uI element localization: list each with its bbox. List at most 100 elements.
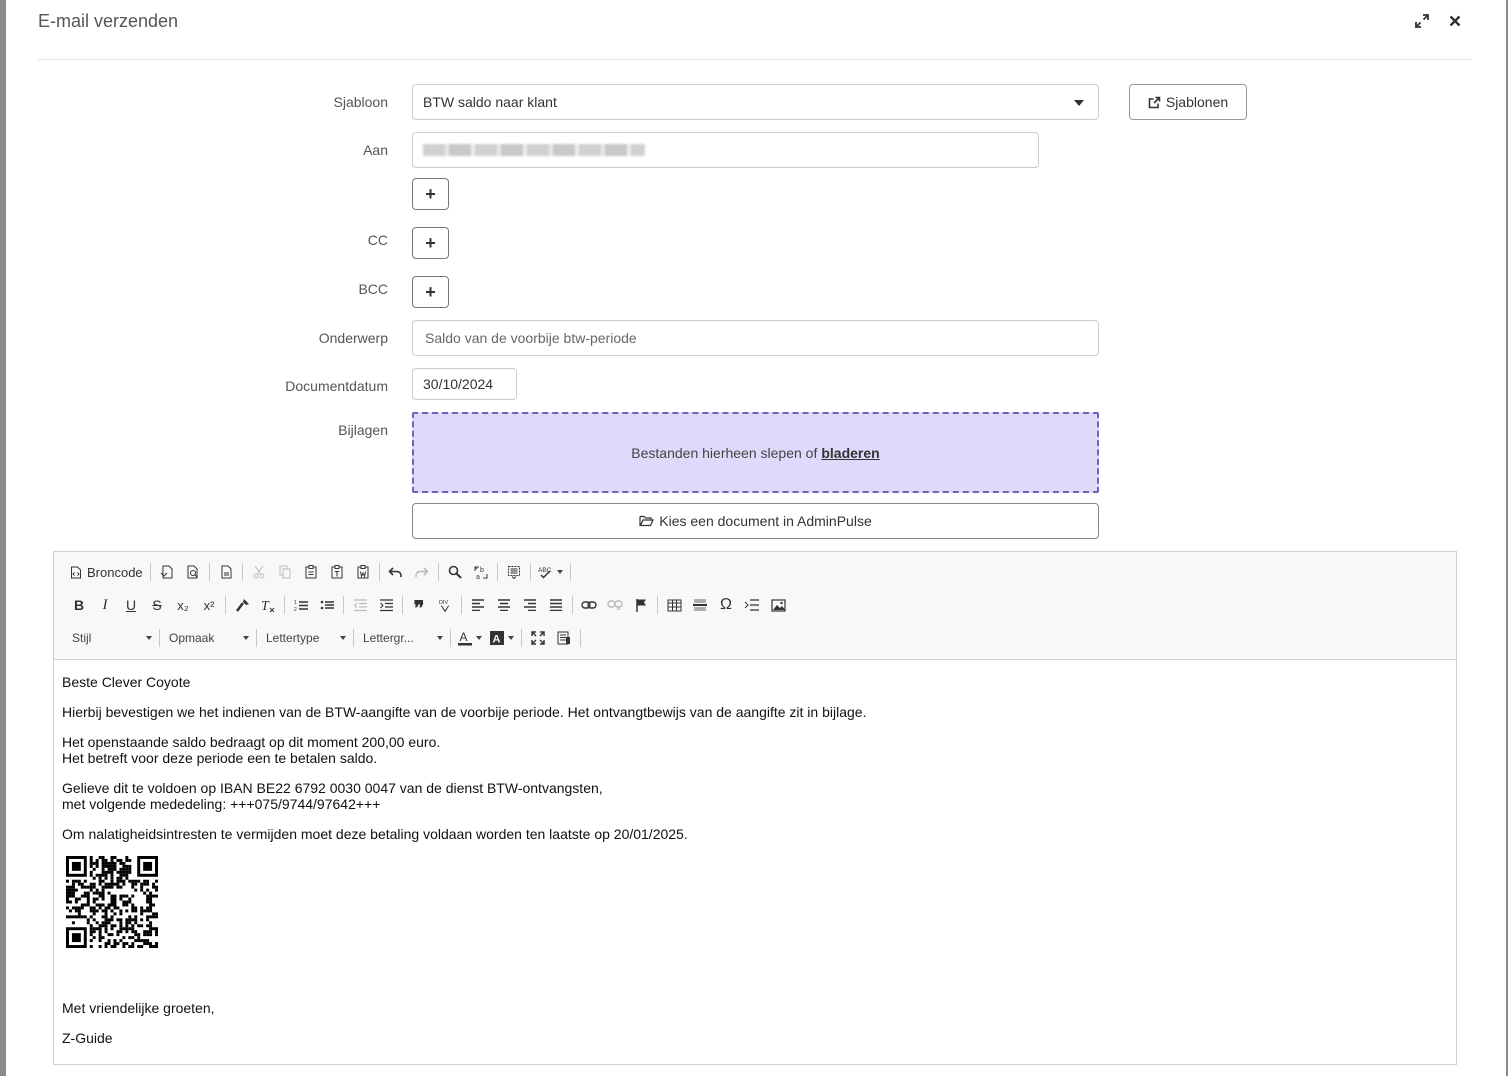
font-size-combo[interactable]: Lettergr... xyxy=(357,626,447,650)
outdent-icon[interactable] xyxy=(347,592,373,618)
unlink-icon[interactable] xyxy=(602,592,628,618)
source-label: Broncode xyxy=(87,564,143,580)
chevron-down-icon xyxy=(437,636,443,640)
expand-icon[interactable] xyxy=(1411,10,1433,32)
date-input[interactable]: 30/10/2024 xyxy=(412,368,517,400)
close-icon[interactable] xyxy=(1444,10,1466,32)
rich-text-editor: Broncode ba ABC B I U S x₂ x² T 1 2 ❞ DI… xyxy=(53,551,1457,1065)
new-page-icon[interactable] xyxy=(213,559,239,585)
save-template-icon[interactable] xyxy=(154,559,180,585)
bold-icon[interactable]: B xyxy=(66,592,92,618)
style-combo[interactable]: Stijl xyxy=(66,626,156,650)
choose-document-button[interactable]: Kies een document in AdminPulse xyxy=(412,503,1099,539)
source-icon xyxy=(71,566,81,578)
add-bcc-button[interactable]: + xyxy=(412,276,449,308)
add-cc-button[interactable]: + xyxy=(412,227,449,259)
format-combo[interactable]: Opmaak xyxy=(163,626,253,650)
dialog-header: E-mail verzenden xyxy=(38,0,1472,60)
anchor-flag-icon[interactable] xyxy=(628,592,654,618)
greeting-text: Beste Clever Coyote xyxy=(62,674,191,690)
plus-icon: + xyxy=(425,232,436,253)
svg-text:a: a xyxy=(476,574,480,580)
replace-icon[interactable]: ba xyxy=(468,559,494,585)
font-combo-label: Lettertype xyxy=(266,631,320,645)
maximize-icon[interactable] xyxy=(525,625,551,651)
font-combo[interactable]: Lettertype xyxy=(260,626,350,650)
svg-text:T: T xyxy=(261,599,270,613)
redo-icon[interactable] xyxy=(409,559,435,585)
template-select[interactable]: BTW saldo naar klant xyxy=(412,84,1099,120)
plus-icon: + xyxy=(425,281,436,302)
preview-icon[interactable] xyxy=(180,559,206,585)
dropzone-text: Bestanden hierheen slepen of xyxy=(631,444,818,461)
strikethrough-icon[interactable]: S xyxy=(144,592,170,618)
chevron-down-icon xyxy=(556,570,563,574)
toolbar-row-2: B I U S x₂ x² T 12 ❞ DIV Ω xyxy=(66,591,791,620)
italic-icon[interactable]: I xyxy=(92,592,118,618)
font-size-combo-label: Lettergr... xyxy=(363,631,414,645)
remove-format-icon[interactable]: T xyxy=(255,592,281,618)
text-color-icon[interactable]: A xyxy=(454,625,486,651)
svg-text:b: b xyxy=(480,567,484,574)
image-icon[interactable] xyxy=(765,592,791,618)
paste-icon[interactable] xyxy=(298,559,324,585)
link-icon[interactable] xyxy=(576,592,602,618)
source-button[interactable]: Broncode xyxy=(66,559,147,585)
select-all-icon[interactable] xyxy=(501,559,527,585)
special-char-icon[interactable]: Ω xyxy=(713,592,739,618)
background-color-icon[interactable]: A xyxy=(486,625,518,651)
chevron-down-icon xyxy=(476,636,482,640)
attachments-dropzone[interactable]: Bestanden hierheen slepen of bladeren xyxy=(412,412,1099,493)
underline-icon[interactable]: U xyxy=(118,592,144,618)
align-left-icon[interactable] xyxy=(465,592,491,618)
subject-input[interactable] xyxy=(412,320,1099,356)
paragraph-3b: met volgende mededeling: +++075/9744/976… xyxy=(62,796,381,812)
chevron-down-icon xyxy=(1074,100,1084,106)
copy-format-icon[interactable] xyxy=(229,592,255,618)
templates-button[interactable]: Sjablonen xyxy=(1129,84,1247,120)
horizontal-line-icon[interactable] xyxy=(687,592,713,618)
align-justify-icon[interactable] xyxy=(543,592,569,618)
subscript-icon[interactable]: x₂ xyxy=(170,592,196,618)
to-input[interactable] xyxy=(412,132,1039,168)
align-center-icon[interactable] xyxy=(491,592,517,618)
chevron-down-icon xyxy=(508,636,514,640)
svg-text:2: 2 xyxy=(294,607,297,612)
show-blocks-icon[interactable] xyxy=(551,625,577,651)
folder-open-icon xyxy=(639,515,655,527)
div-container-icon[interactable]: DIV xyxy=(432,592,458,618)
svg-text:ABC: ABC xyxy=(538,567,552,574)
template-value: BTW saldo naar klant xyxy=(423,94,557,110)
spellcheck-icon[interactable]: ABC xyxy=(534,559,567,585)
add-recipient-button[interactable]: + xyxy=(412,178,449,210)
align-right-icon[interactable] xyxy=(517,592,543,618)
dialog-title: E-mail verzenden xyxy=(38,11,179,31)
editor-toolbar: Broncode ba ABC B I U S x₂ x² T 1 2 ❞ DI… xyxy=(54,552,1456,660)
date-label: Documentdatum xyxy=(285,378,388,394)
blockquote-icon[interactable]: ❞ xyxy=(406,592,432,620)
copy-icon[interactable] xyxy=(272,559,298,585)
svg-text:A: A xyxy=(493,634,501,646)
indent-icon[interactable] xyxy=(373,592,399,618)
svg-text:DIV: DIV xyxy=(439,600,449,606)
editor-content[interactable]: Beste Clever Coyote Hierbij bevestigen w… xyxy=(62,674,866,1060)
date-value: 30/10/2024 xyxy=(423,376,494,392)
chevron-down-icon xyxy=(146,636,152,640)
numbered-list-icon[interactable]: 12 xyxy=(288,592,314,618)
find-icon[interactable] xyxy=(442,559,468,585)
superscript-icon[interactable]: x² xyxy=(196,592,222,618)
table-icon[interactable] xyxy=(661,592,687,618)
closing-text: Met vriendelijke groeten, xyxy=(62,1000,215,1016)
page-break-icon[interactable] xyxy=(739,592,765,618)
undo-icon[interactable] xyxy=(383,559,409,585)
browse-link[interactable]: bladeren xyxy=(821,445,879,461)
paste-word-icon[interactable] xyxy=(350,559,376,585)
svg-text:1: 1 xyxy=(294,600,297,606)
paste-text-icon[interactable] xyxy=(324,559,350,585)
plus-icon: + xyxy=(425,183,436,204)
external-link-icon xyxy=(1148,96,1161,108)
paragraph-1: Hierbij bevestigen we het indienen van d… xyxy=(62,704,867,720)
format-combo-label: Opmaak xyxy=(169,631,215,645)
bullet-list-icon[interactable] xyxy=(314,592,340,618)
cut-icon[interactable] xyxy=(246,559,272,585)
